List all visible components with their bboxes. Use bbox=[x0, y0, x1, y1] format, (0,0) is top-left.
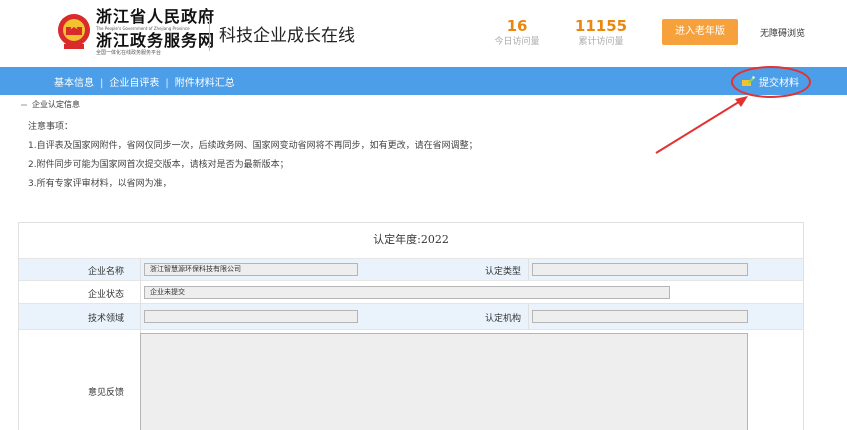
feedback-textarea[interactable] bbox=[140, 333, 748, 430]
header-divider bbox=[209, 17, 210, 51]
cert-type-divider bbox=[528, 259, 529, 281]
section-marker bbox=[21, 103, 27, 106]
company-name-field[interactable]: 浙江智慧源环保科技有限公司 bbox=[144, 263, 358, 276]
notice-item-3: 3.所有专家评审材料，以省网为准， bbox=[28, 179, 172, 189]
accessibility-link[interactable]: 无障碍浏览 bbox=[760, 26, 805, 39]
national-emblem-icon bbox=[58, 14, 90, 49]
section-header: 企业认定信息 bbox=[21, 99, 801, 113]
tech-field-label: 技术领域 bbox=[88, 314, 125, 324]
logo-subtitle-platform: 全国一体化在线政务服务平台 bbox=[96, 50, 162, 56]
certification-form: 认定年度:2022 企业名称 浙江智慧源环保科技有限公司 认定类型 企业状态 企… bbox=[18, 222, 804, 430]
nav-links: 基本信息 | 企业自评表 | 附件材料汇总 bbox=[54, 74, 235, 89]
today-visits-label: 今日访问量 bbox=[494, 37, 540, 47]
total-visits-value: 11155 bbox=[574, 17, 628, 35]
cert-type-field[interactable] bbox=[532, 263, 748, 276]
certification-year-title: 认定年度:2022 bbox=[373, 233, 449, 246]
total-visits-stat: 11155 累计访问量 bbox=[566, 17, 636, 49]
highlight-ellipse bbox=[731, 66, 811, 98]
tech-field-input[interactable] bbox=[144, 310, 358, 323]
notice-heading: 注意事项： bbox=[28, 122, 74, 132]
cert-type-label: 认定类型 bbox=[485, 267, 522, 277]
total-visits-label: 累计访问量 bbox=[578, 37, 624, 47]
logo-title-province: 浙江省人民政府 bbox=[96, 7, 216, 26]
cert-agency-label: 认定机构 bbox=[485, 314, 522, 324]
form-row-status: 企业状态 企业未提交 bbox=[19, 280, 803, 303]
company-status-label: 企业状态 bbox=[88, 290, 125, 300]
nav-separator: | bbox=[165, 78, 169, 89]
cert-agency-divider bbox=[528, 304, 529, 330]
site-header: 浙江省人民政府 The People's Government of Zheji… bbox=[0, 0, 847, 67]
company-status-field[interactable]: 企业未提交 bbox=[144, 286, 670, 299]
form-row-tech: 技术领域 认定机构 bbox=[19, 303, 803, 330]
logo-title-service: 浙江政务服务网 bbox=[96, 31, 216, 50]
site-logo[interactable]: 浙江省人民政府 The People's Government of Zheji… bbox=[96, 8, 215, 57]
nav-separator: | bbox=[100, 78, 104, 89]
nav-item-self-assessment[interactable]: 企业自评表 bbox=[109, 78, 159, 89]
notice-item-1: 1.自评表及国家网附件，省网仅同步一次，后续政务网、国家网变动省网将不再同步，如… bbox=[28, 141, 478, 151]
nav-item-attachments[interactable]: 附件材料汇总 bbox=[175, 78, 235, 89]
elder-mode-button[interactable]: 进入老年版 bbox=[662, 19, 738, 45]
company-name-label: 企业名称 bbox=[88, 267, 125, 277]
main-nav: 基本信息 | 企业自评表 | 附件材料汇总 提交材料 bbox=[0, 67, 847, 95]
section-title: 企业认定信息 bbox=[32, 100, 80, 109]
site-title: 科技企业成长在线 bbox=[219, 26, 355, 46]
today-visits-value: 16 bbox=[506, 17, 528, 35]
today-visits-stat: 16 今日访问量 bbox=[486, 17, 548, 49]
feedback-label: 意见反馈 bbox=[88, 388, 125, 398]
notice-item-2: 2.附件同步可能为国家网首次提交版本，请核对是否为最新版本； bbox=[28, 160, 289, 170]
cert-agency-field[interactable] bbox=[532, 310, 748, 323]
form-row-company: 企业名称 浙江智慧源环保科技有限公司 认定类型 bbox=[19, 258, 803, 281]
nav-item-basic-info[interactable]: 基本信息 bbox=[54, 78, 94, 89]
notice-block: 注意事项： 1.自评表及国家网附件，省网仅同步一次，后续政务网、国家网变动省网将… bbox=[28, 118, 478, 194]
